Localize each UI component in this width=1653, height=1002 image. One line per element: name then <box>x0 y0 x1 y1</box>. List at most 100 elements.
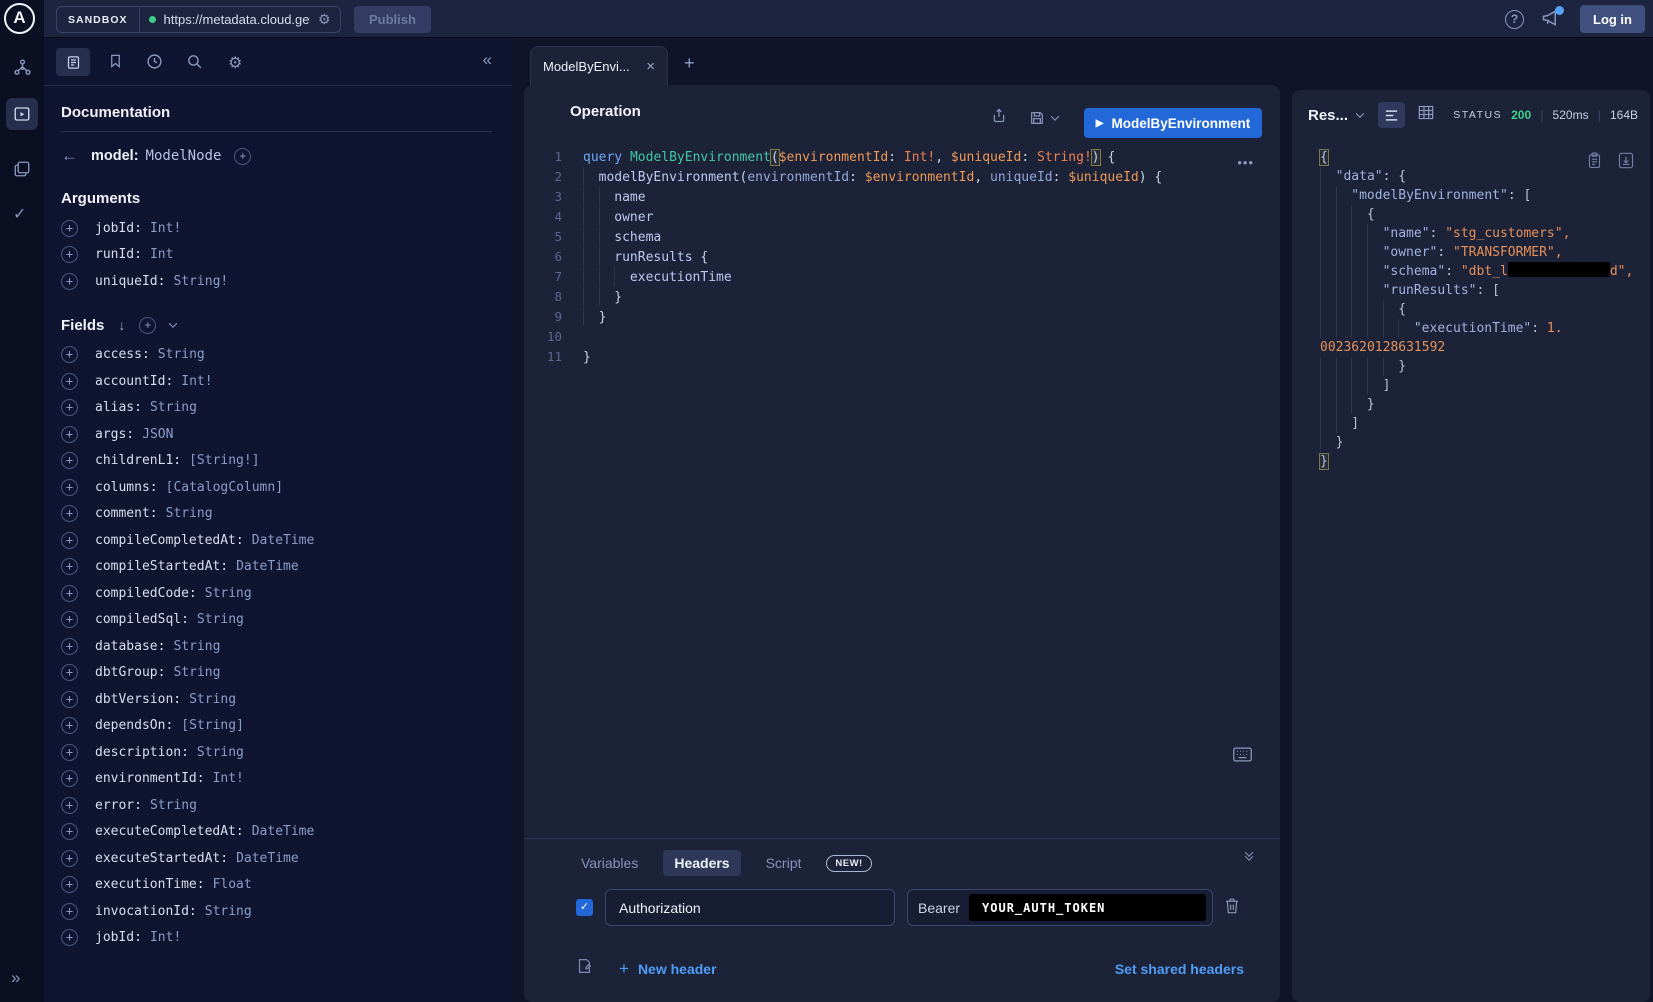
add-to-query-icon[interactable]: + <box>61 850 78 867</box>
table-view-toggle-icon[interactable] <box>1418 105 1434 125</box>
field-type-link[interactable]: String <box>197 745 244 760</box>
schema-field-row[interactable]: + alias: String <box>61 395 492 422</box>
field-type-link[interactable]: String <box>189 692 236 707</box>
breadcrumb-type-link[interactable]: ModelNode <box>146 148 222 164</box>
add-to-query-icon[interactable]: + <box>61 929 78 946</box>
explorer-nav-item[interactable] <box>6 98 38 130</box>
field-type-link[interactable]: Float <box>213 877 252 892</box>
field-type-link[interactable]: [String] <box>181 718 244 733</box>
add-to-query-icon[interactable]: + <box>61 664 78 681</box>
auth-token-value[interactable]: YOUR_AUTH_TOKEN <box>969 894 1206 921</box>
operation-tab[interactable]: ModelByEnvi... × <box>530 46 668 85</box>
field-type-link[interactable]: String <box>166 506 213 521</box>
schema-field-row[interactable]: +uniqueId:String! <box>61 268 492 295</box>
add-to-query-icon[interactable]: + <box>61 426 78 443</box>
field-type-link[interactable]: Int! <box>150 930 181 945</box>
schema-field-row[interactable]: +environmentId:Int! <box>61 766 492 793</box>
field-name[interactable]: compileCompletedAt: <box>95 533 244 548</box>
save-dropdown-chevron-icon[interactable] <box>1051 112 1059 120</box>
close-tab-icon[interactable]: × <box>646 58 655 75</box>
response-json-viewer[interactable]: {"data": {"modelByEnvironment": [{"name"… <box>1320 148 1642 471</box>
expand-rail-icon[interactable]: » <box>11 968 20 988</box>
field-name[interactable]: alias: <box>95 400 142 415</box>
login-button[interactable]: Log in <box>1580 5 1645 33</box>
add-to-query-icon[interactable]: + <box>61 903 78 920</box>
field-name[interactable]: description: <box>95 745 189 760</box>
header-name-input[interactable] <box>605 889 895 926</box>
field-type-link[interactable]: DateTime <box>252 824 315 839</box>
field-name[interactable]: dbtGroup: <box>95 665 165 680</box>
history-icon[interactable] <box>146 53 163 75</box>
announcements-megaphone-icon[interactable] <box>1541 8 1563 30</box>
schema-field-row[interactable]: +args:JSON <box>61 421 492 448</box>
chevron-down-icon[interactable] <box>169 319 177 327</box>
field-name[interactable]: executeCompletedAt: <box>95 824 244 839</box>
header-enabled-checkbox[interactable]: ✓ <box>576 899 593 916</box>
add-to-query-icon[interactable]: + <box>61 717 78 734</box>
field-type-link[interactable]: DateTime <box>236 559 299 574</box>
field-name[interactable]: executeStartedAt: <box>95 851 228 866</box>
collapse-panel-icon[interactable]: « <box>483 50 492 70</box>
tab-script[interactable]: Script <box>755 850 813 876</box>
schema-field-row[interactable]: +invocationId:String <box>61 898 492 925</box>
header-value-field[interactable]: Bearer YOUR_AUTH_TOKEN <box>907 889 1213 926</box>
field-name[interactable]: childrenL1: <box>95 453 181 468</box>
schema-field-row[interactable]: +compileStartedAt:DateTime <box>61 554 492 581</box>
add-to-query-icon[interactable]: + <box>61 373 78 390</box>
field-name[interactable]: jobId: <box>95 221 142 236</box>
add-to-query-icon[interactable]: + <box>61 611 78 628</box>
back-arrow-icon[interactable]: ← <box>61 146 78 166</box>
add-to-query-icon[interactable]: + <box>61 876 78 893</box>
endpoint-settings-gear-icon[interactable]: ⚙ <box>318 11 331 28</box>
delete-header-icon[interactable] <box>1224 897 1240 920</box>
save-operation-icon[interactable] <box>1029 110 1058 126</box>
field-type-link[interactable]: String <box>158 347 205 362</box>
field-type-link[interactable]: String <box>197 612 244 627</box>
field-type-link[interactable]: [String!] <box>189 453 259 468</box>
field-name[interactable]: database: <box>95 639 165 654</box>
add-to-query-icon[interactable]: + <box>61 452 78 469</box>
field-type-link[interactable]: String! <box>173 274 228 289</box>
apollo-logo[interactable]: A <box>4 3 35 34</box>
add-to-query-icon[interactable]: + <box>61 346 78 363</box>
response-dropdown-chevron-icon[interactable] <box>1356 109 1364 117</box>
add-to-query-icon[interactable]: + <box>61 744 78 761</box>
field-type-link[interactable]: String <box>150 798 197 813</box>
operation-tab-title[interactable]: ModelByEnvi... <box>543 59 638 74</box>
add-to-query-icon[interactable]: + <box>61 585 78 602</box>
publish-button[interactable]: Publish <box>354 6 431 33</box>
checks-icon[interactable]: ✓ <box>13 204 26 224</box>
field-name[interactable]: environmentId: <box>95 771 205 786</box>
schema-field-row[interactable]: +comment:String <box>61 501 492 528</box>
field-name[interactable]: compiledSql: <box>95 612 189 627</box>
tab-variables[interactable]: Variables <box>570 850 649 876</box>
field-name[interactable]: error: <box>95 798 142 813</box>
add-to-query-icon[interactable]: + <box>61 220 78 237</box>
add-to-query-icon[interactable]: + <box>61 532 78 549</box>
schema-field-row[interactable]: +dbtVersion:String <box>61 686 492 713</box>
schema-field-row[interactable]: + access: String <box>61 342 492 369</box>
raw-view-toggle-icon[interactable] <box>1378 102 1406 128</box>
add-all-fields-icon[interactable]: + <box>139 317 156 334</box>
add-to-query-icon[interactable]: + <box>61 399 78 416</box>
add-field-icon[interactable]: + <box>234 148 251 165</box>
graphql-editor[interactable]: 1query ModelByEnvironment($environmentId… <box>524 147 1240 367</box>
field-type-link[interactable]: String <box>173 665 220 680</box>
schema-field-row[interactable]: +compiledCode:String <box>61 580 492 607</box>
operation-collections-icon[interactable] <box>13 160 31 183</box>
documentation-tab-icon[interactable] <box>56 48 90 76</box>
schema-field-row[interactable]: +jobId:Int! <box>61 925 492 952</box>
add-to-query-icon[interactable]: + <box>61 479 78 496</box>
schema-field-row[interactable]: +executionTime:Float <box>61 872 492 899</box>
field-type-link[interactable]: [CatalogColumn] <box>166 480 283 495</box>
endpoint-url-box[interactable]: https://metadata.cloud.get ⚙ <box>140 7 340 32</box>
field-name[interactable]: runId: <box>95 247 142 262</box>
field-type-link[interactable]: JSON <box>142 427 173 442</box>
schema-field-row[interactable]: +database:String <box>61 633 492 660</box>
help-icon[interactable]: ? <box>1505 10 1524 29</box>
add-to-query-icon[interactable]: + <box>61 505 78 522</box>
schema-field-row[interactable]: +compileCompletedAt:DateTime <box>61 527 492 554</box>
sort-fields-icon[interactable]: ↓ <box>118 317 125 333</box>
field-type-link[interactable]: String <box>150 400 197 415</box>
field-name[interactable]: access: <box>95 347 150 362</box>
